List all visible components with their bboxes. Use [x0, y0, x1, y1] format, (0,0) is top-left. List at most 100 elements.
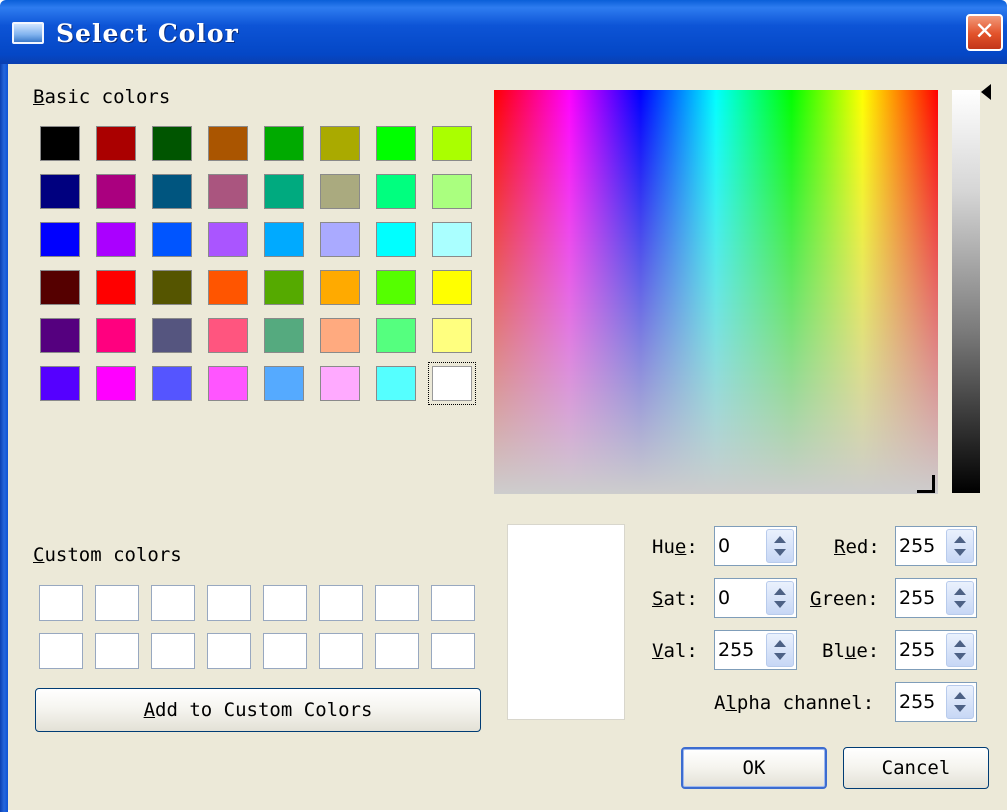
basic-color-swatch[interactable]: [96, 174, 136, 209]
sat-value[interactable]: 0: [718, 587, 730, 609]
basic-color-swatch[interactable]: [320, 366, 360, 401]
basic-color-swatch[interactable]: [432, 270, 472, 305]
spin-up-icon[interactable]: [954, 640, 966, 647]
green-spinbox[interactable]: 255: [895, 578, 977, 618]
luminance-arrow-icon[interactable]: [981, 84, 991, 100]
basic-color-swatch[interactable]: [264, 126, 304, 161]
basic-color-swatch[interactable]: [40, 270, 80, 305]
basic-color-swatch[interactable]: [208, 270, 248, 305]
sat-spin-arrows[interactable]: [766, 581, 794, 615]
basic-color-swatch[interactable]: [152, 318, 192, 353]
basic-color-swatch[interactable]: [96, 126, 136, 161]
custom-color-slot[interactable]: [319, 585, 363, 621]
spin-down-icon[interactable]: [954, 653, 966, 660]
hue-spin-arrows[interactable]: [766, 529, 794, 563]
green-spin-arrows[interactable]: [946, 581, 974, 615]
basic-color-swatch[interactable]: [376, 222, 416, 257]
basic-color-swatch[interactable]: [432, 126, 472, 161]
spin-down-icon[interactable]: [774, 601, 786, 608]
custom-color-slot[interactable]: [151, 633, 195, 669]
ok-button[interactable]: OK: [681, 747, 827, 789]
basic-color-swatch[interactable]: [208, 222, 248, 257]
hue-saturation-picker[interactable]: [494, 90, 938, 494]
hue-value[interactable]: 0: [718, 535, 730, 557]
spin-up-icon[interactable]: [954, 692, 966, 699]
red-value[interactable]: 255: [899, 535, 935, 557]
close-button[interactable]: ✕: [966, 14, 1003, 51]
sat-spinbox[interactable]: 0: [714, 578, 797, 618]
alpha-value[interactable]: 255: [899, 691, 935, 713]
basic-color-swatch[interactable]: [264, 366, 304, 401]
custom-color-slot[interactable]: [39, 585, 83, 621]
basic-color-swatch[interactable]: [432, 174, 472, 209]
spin-up-icon[interactable]: [954, 536, 966, 543]
title-bar[interactable]: Select Color ✕: [0, 0, 1007, 64]
hue-spinbox[interactable]: 0: [714, 526, 797, 566]
basic-color-swatch[interactable]: [96, 318, 136, 353]
val-spinbox[interactable]: 255: [714, 630, 797, 670]
basic-color-swatch[interactable]: [264, 318, 304, 353]
val-value[interactable]: 255: [718, 639, 754, 661]
spin-up-icon[interactable]: [774, 640, 786, 647]
spin-down-icon[interactable]: [954, 705, 966, 712]
custom-color-slot[interactable]: [151, 585, 195, 621]
basic-color-swatch[interactable]: [264, 174, 304, 209]
basic-color-swatch[interactable]: [152, 366, 192, 401]
basic-color-swatch[interactable]: [208, 174, 248, 209]
basic-color-swatch[interactable]: [376, 174, 416, 209]
red-spin-arrows[interactable]: [946, 529, 974, 563]
cancel-button[interactable]: Cancel: [843, 747, 989, 789]
red-spinbox[interactable]: 255: [895, 526, 977, 566]
basic-color-swatch[interactable]: [320, 174, 360, 209]
basic-color-swatch[interactable]: [152, 126, 192, 161]
spin-up-icon[interactable]: [954, 588, 966, 595]
green-value[interactable]: 255: [899, 587, 935, 609]
blue-spinbox[interactable]: 255: [895, 630, 977, 670]
basic-color-swatch[interactable]: [320, 318, 360, 353]
custom-color-slot[interactable]: [95, 633, 139, 669]
spin-up-icon[interactable]: [774, 588, 786, 595]
basic-color-swatch[interactable]: [208, 318, 248, 353]
basic-color-swatch[interactable]: [96, 222, 136, 257]
basic-color-swatch[interactable]: [264, 222, 304, 257]
spin-down-icon[interactable]: [954, 549, 966, 556]
custom-color-slot[interactable]: [263, 585, 307, 621]
basic-color-swatch[interactable]: [432, 318, 472, 353]
basic-color-swatch[interactable]: [376, 366, 416, 401]
basic-color-swatch[interactable]: [40, 126, 80, 161]
basic-color-swatch[interactable]: [40, 318, 80, 353]
custom-color-slot[interactable]: [95, 585, 139, 621]
custom-color-slot[interactable]: [263, 633, 307, 669]
basic-color-swatch[interactable]: [432, 222, 472, 257]
basic-color-swatch[interactable]: [152, 270, 192, 305]
custom-color-slot[interactable]: [207, 585, 251, 621]
spin-down-icon[interactable]: [774, 549, 786, 556]
custom-color-slot[interactable]: [431, 633, 475, 669]
basic-color-swatch[interactable]: [40, 366, 80, 401]
picker-crosshair[interactable]: [917, 475, 935, 493]
custom-color-slot[interactable]: [319, 633, 363, 669]
val-spin-arrows[interactable]: [766, 633, 794, 667]
blue-spin-arrows[interactable]: [946, 633, 974, 667]
blue-value[interactable]: 255: [899, 639, 935, 661]
custom-color-slot[interactable]: [39, 633, 83, 669]
alpha-spinbox[interactable]: 255: [895, 682, 977, 722]
basic-color-swatch[interactable]: [208, 126, 248, 161]
basic-color-swatch[interactable]: [320, 126, 360, 161]
basic-color-swatch[interactable]: [376, 126, 416, 161]
basic-color-swatch[interactable]: [96, 270, 136, 305]
alpha-spin-arrows[interactable]: [946, 685, 974, 719]
basic-color-swatch[interactable]: [152, 222, 192, 257]
basic-color-swatch[interactable]: [264, 270, 304, 305]
basic-color-swatch[interactable]: [320, 222, 360, 257]
spin-down-icon[interactable]: [774, 653, 786, 660]
basic-color-swatch[interactable]: [428, 362, 476, 405]
custom-color-slot[interactable]: [375, 585, 419, 621]
basic-color-swatch[interactable]: [320, 270, 360, 305]
spin-down-icon[interactable]: [954, 601, 966, 608]
basic-color-swatch[interactable]: [40, 174, 80, 209]
basic-color-swatch[interactable]: [152, 174, 192, 209]
basic-color-swatch[interactable]: [96, 366, 136, 401]
custom-color-slot[interactable]: [431, 585, 475, 621]
luminance-slider[interactable]: [952, 90, 980, 493]
